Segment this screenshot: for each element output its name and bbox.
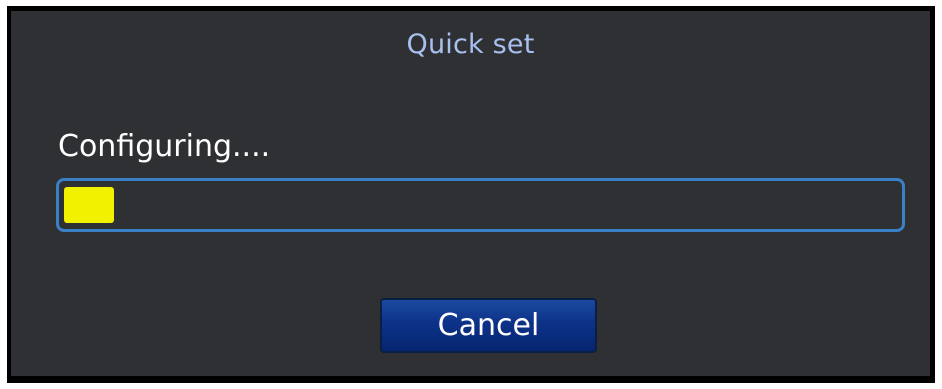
quick-set-dialog: Quick set Configuring.... Cancel — [11, 11, 930, 376]
dialog-title: Quick set — [406, 29, 535, 60]
cancel-button[interactable]: Cancel — [380, 298, 597, 353]
dialog-frame: Quick set Configuring.... Cancel — [7, 6, 935, 383]
progress-bar — [56, 178, 905, 232]
progress-fill — [64, 187, 114, 223]
status-text: Configuring.... — [58, 129, 271, 164]
